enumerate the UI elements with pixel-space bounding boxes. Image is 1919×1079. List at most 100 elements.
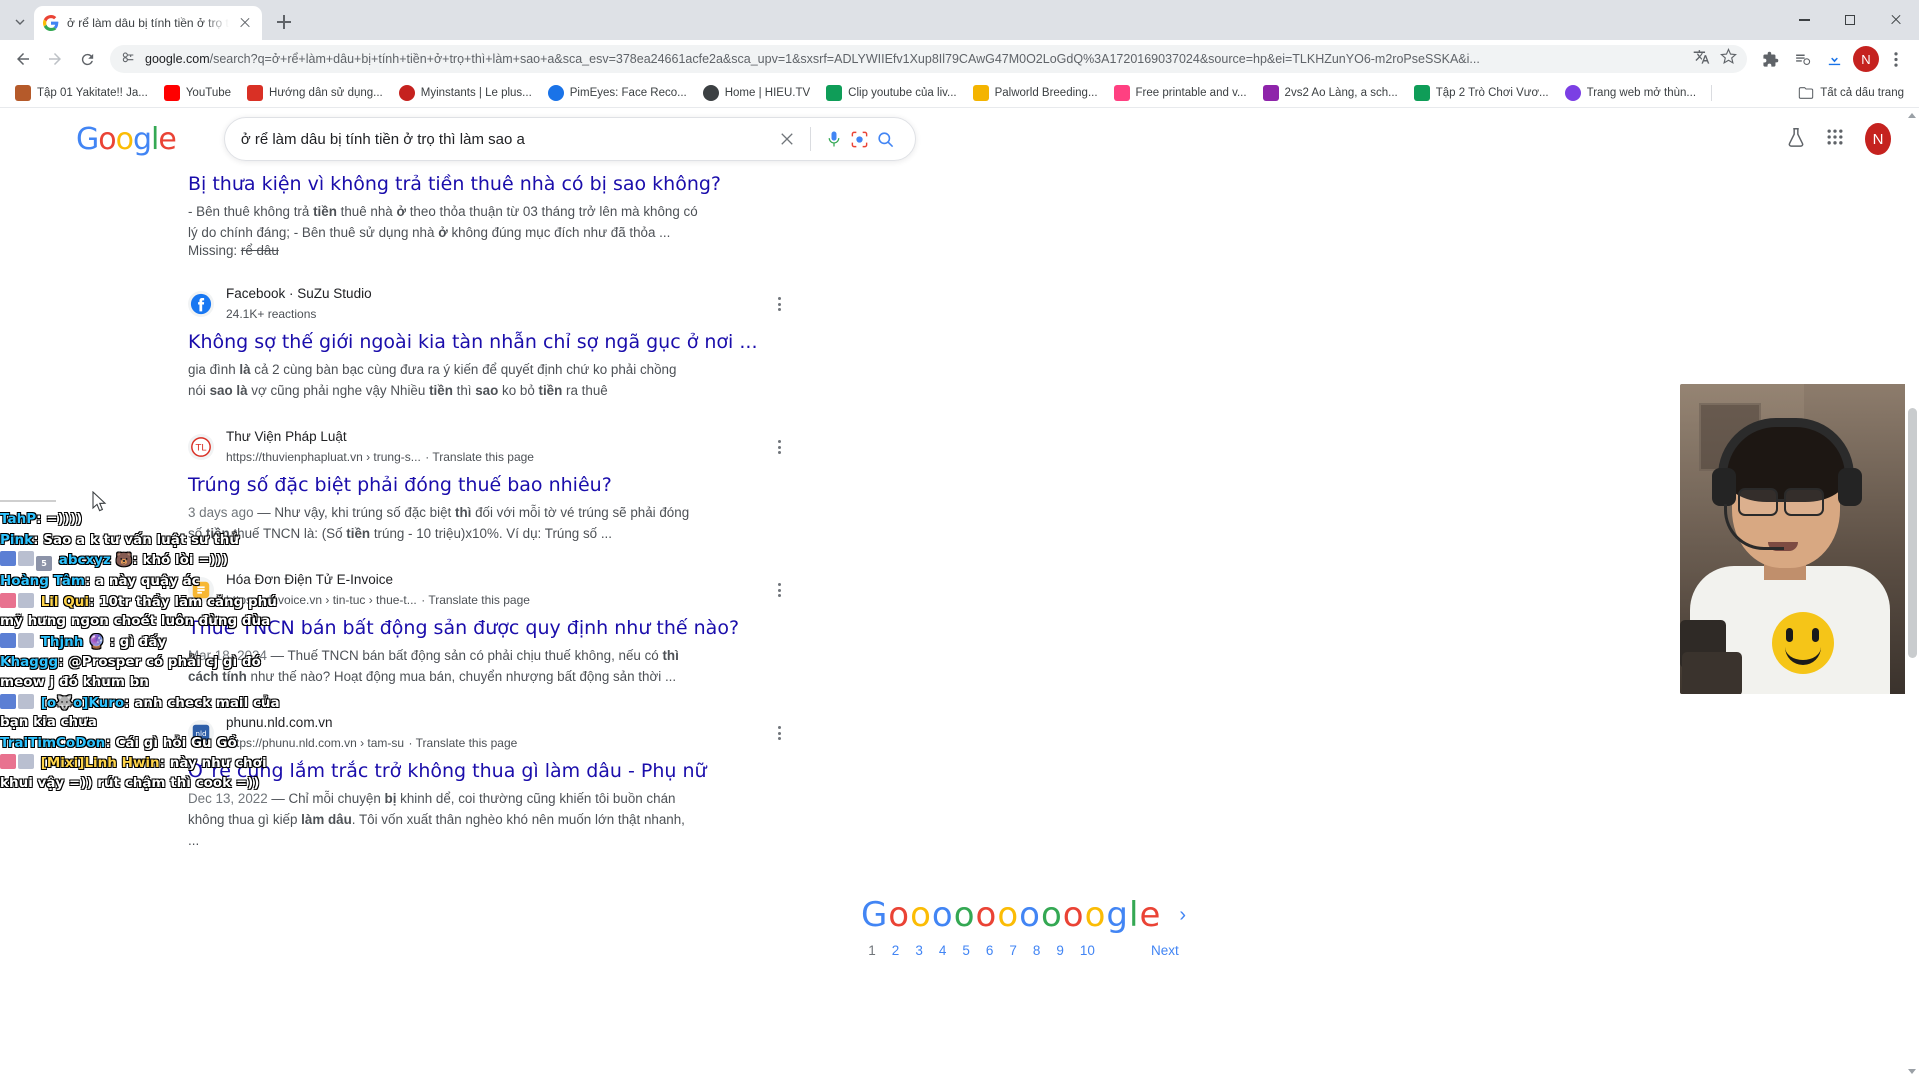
result-title-link[interactable]: Trúng số đặc biệt phải đóng thuế bao nhi… [188,473,788,498]
page-link-6[interactable]: 6 [986,943,994,958]
bookmark-label: YouTube [186,87,231,99]
google-account-avatar[interactable]: N [1865,123,1891,155]
missing-terms[interactable]: rể dâu [241,243,279,258]
google-lens-icon[interactable] [847,130,873,149]
url-domain: google.com [145,52,210,66]
result-snippet: Dec 13, 2022 — Chỉ mỗi chuyện bị khinh d… [188,788,698,852]
new-tab-button[interactable] [270,8,298,36]
search-result: Bị thưa kiện vì không trả tiền thuê nhà … [188,172,788,258]
result-options-kebab-icon[interactable] [770,440,788,454]
result-site-name: phunu.nld.com.vn [226,715,333,730]
browser-tab[interactable]: ở rể làm dâu bị tính tiền ở trọ t [34,6,262,40]
next-page-link[interactable]: Next [1151,943,1179,958]
result-source[interactable]: Hóa Đơn Điện Tử E-Invoice https://einvoi… [188,570,788,610]
thuvienphapluat-icon: TL [188,434,214,460]
page-link-2[interactable]: 2 [892,943,900,958]
headphone-right-cup-icon [1838,468,1862,506]
page-link-8[interactable]: 8 [1033,943,1041,958]
result-title-link[interactable]: Thuế TNCN bán bất động sản được quy định… [188,616,788,641]
google-apps-icon[interactable] [1825,127,1845,152]
url-text: google.com/search?q=ở+rể+làm+dâu+bị+tính… [145,52,1684,66]
result-source[interactable]: nld phunu.nld.com.vn https://phunu.nld.c… [188,713,788,753]
result-source[interactable]: TL Thư Viện Pháp Luật https://thuvienpha… [188,427,788,467]
close-icon[interactable] [237,15,253,31]
close-window-button[interactable] [1873,0,1919,40]
bookmark-item[interactable]: PimEyes: Face Reco... [541,82,694,104]
folder-icon [1798,85,1814,101]
minimize-button[interactable] [1781,0,1827,40]
bookmark-item[interactable]: Trang web mở thùn... [1558,82,1703,104]
chrome-menu-button[interactable] [1881,44,1911,74]
bookmark-star-icon[interactable] [1720,48,1737,70]
result-snippet: 3 days ago — Như vậy, khi trúng số đặc b… [188,502,698,544]
google-logo[interactable]: Google [76,122,176,157]
reading-list-button[interactable] [1787,44,1817,74]
page-link-3[interactable]: 3 [915,943,923,958]
bookmark-item[interactable]: YouTube [157,82,238,104]
bookmark-favicon-icon [703,85,719,101]
bookmark-item[interactable]: Free printable and v... [1107,82,1254,104]
address-bar[interactable]: google.com/search?q=ở+rể+làm+dâu+bị+tính… [110,45,1747,73]
bookmark-item[interactable]: Tập 2 Trò Chơi Vươ... [1407,82,1556,104]
page-link-1[interactable]: 1 [868,943,876,958]
page-link-7[interactable]: 7 [1009,943,1017,958]
forward-button[interactable] [40,44,70,74]
page-scrollbar[interactable] [1905,108,1919,1079]
result-title-link[interactable]: Ở rể cũng lắm trắc trở không thua gì làm… [188,759,788,784]
translate-link[interactable]: · Translate this page [409,736,518,750]
bookmark-label: Palworld Breeding... [995,87,1098,99]
translate-link[interactable]: · Translate this page [421,593,530,607]
result-title-link[interactable]: Bị thưa kiện vì không trả tiền thuê nhà … [188,172,788,197]
page-link-4[interactable]: 4 [939,943,947,958]
bookmark-item[interactable]: Hướng dẫn sử dụng... [240,82,390,104]
clear-icon[interactable] [774,130,800,148]
result-source-text: phunu.nld.com.vn https://phunu.nld.com.v… [226,713,758,753]
translate-label: Translate this page [428,593,530,607]
site-settings-icon[interactable] [120,49,136,70]
scroll-down-arrow-icon[interactable] [1908,1069,1916,1074]
microphone-icon[interactable] [821,129,847,149]
bookmark-label: Myinstants | Le plus... [421,87,532,99]
scrollbar-thumb[interactable] [1908,408,1917,658]
downloads-button[interactable] [1819,44,1849,74]
profile-avatar[interactable]: N [1853,46,1879,72]
result-options-kebab-icon[interactable] [770,726,788,740]
scroll-up-arrow-icon[interactable] [1908,113,1916,118]
svg-text:nld: nld [195,729,206,738]
search-input[interactable]: ở rể làm dâu bị tính tiền ở trọ thì làm … [241,131,774,148]
next-page-arrow-icon[interactable]: › [1179,904,1186,927]
result-options-kebab-icon[interactable] [770,583,788,597]
bookmark-item[interactable]: Clip youtube của liv... [819,82,963,104]
streamer-webcam-feed[interactable] [1680,384,1918,694]
bookmark-favicon-icon [1565,85,1581,101]
page-link-5[interactable]: 5 [962,943,970,958]
back-button[interactable] [8,44,38,74]
bookmark-item[interactable]: 2vs2 Ao Làng, a sch... [1256,82,1405,104]
bookmark-label: Clip youtube của liv... [848,87,956,99]
search-box[interactable]: ở rể làm dâu bị tính tiền ở trọ thì làm … [224,117,916,161]
tab-search-chevron-icon[interactable] [6,7,34,37]
bookmark-item[interactable]: Palworld Breeding... [966,82,1105,104]
bookmark-item[interactable]: Home | HIEU.TV [696,82,817,104]
page-link-10[interactable]: 10 [1080,943,1095,958]
result-title-link[interactable]: Không sợ thế giới ngoài kia tàn nhẫn chỉ… [188,330,788,355]
result-source-text: Hóa Đơn Điện Tử E-Invoice https://einvoi… [226,570,758,610]
translate-link[interactable]: · Translate this page [425,450,534,464]
snippet-part: - Bên thuê không trả [188,204,313,219]
result-options-kebab-icon[interactable] [770,297,788,311]
snippet-part: thuê nhà [337,204,397,219]
result-source[interactable]: Facebook · SuZu Studio 24.1K+ reactions [188,284,788,324]
translate-icon[interactable] [1693,48,1710,70]
all-bookmarks-button[interactable]: Tất cả dấu trang [1791,82,1911,104]
search-submit-icon[interactable] [873,130,899,149]
extensions-button[interactable] [1755,44,1785,74]
result-url: https://einvoice.vn › tin-tuc › thue-t..… [226,593,417,607]
page-link-9[interactable]: 9 [1056,943,1064,958]
bookmark-item[interactable]: Tập 01 Yakitate!! Ja... [8,82,155,104]
result-source-text: Thư Viện Pháp Luật https://thuvienphaplu… [226,427,758,467]
bookmark-item[interactable]: Myinstants | Le plus... [392,82,539,104]
maximize-button[interactable] [1827,0,1873,40]
search-result: Hóa Đơn Điện Tử E-Invoice https://einvoi… [188,570,788,687]
reload-button[interactable] [72,44,102,74]
labs-flask-icon[interactable] [1785,126,1807,153]
